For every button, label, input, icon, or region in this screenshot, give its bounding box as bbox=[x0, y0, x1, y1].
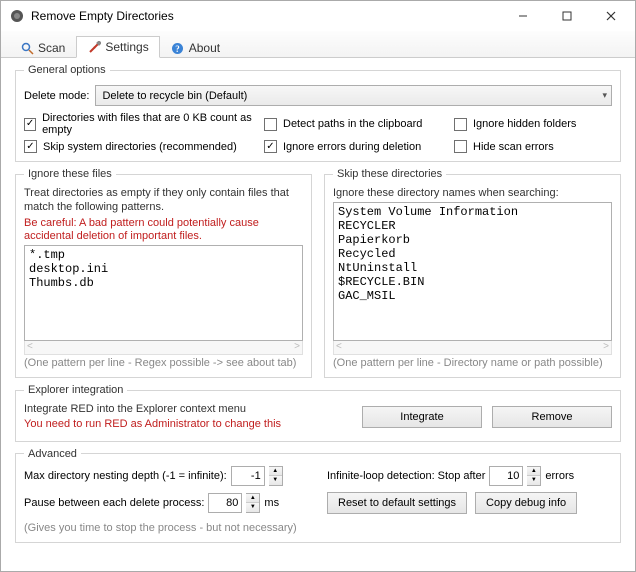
settings-icon bbox=[87, 40, 101, 54]
nesting-label: Max directory nesting depth (-1 = infini… bbox=[24, 470, 227, 482]
ignore-files-legend: Ignore these files bbox=[24, 168, 116, 180]
chk-zero-kb[interactable]: ✓ Directories with files that are 0 KB c… bbox=[24, 112, 264, 136]
advanced-legend: Advanced bbox=[24, 448, 81, 460]
tab-settings-label: Settings bbox=[105, 40, 148, 54]
chk-hide-errors[interactable]: Hide scan errors bbox=[454, 140, 604, 153]
titlebar: Remove Empty Directories bbox=[1, 1, 635, 31]
tab-about-label: About bbox=[189, 41, 220, 55]
tab-settings[interactable]: Settings bbox=[76, 36, 159, 58]
ignore-files-warning: Be careful: A bad pattern could potentia… bbox=[24, 217, 303, 245]
chevron-down-icon: ▾ bbox=[602, 90, 607, 101]
search-icon bbox=[20, 41, 34, 55]
skip-dirs-legend: Skip these directories bbox=[333, 168, 446, 180]
delete-mode-select[interactable]: Delete to recycle bin (Default) ▾ bbox=[95, 85, 612, 106]
explorer-legend: Explorer integration bbox=[24, 384, 127, 396]
chk-clipboard[interactable]: Detect paths in the clipboard bbox=[264, 112, 454, 136]
settings-panel: General options Delete mode: Delete to r… bbox=[1, 58, 635, 571]
nesting-spinner[interactable]: ▲▼ bbox=[269, 466, 283, 486]
pause-spinner[interactable]: ▲▼ bbox=[246, 493, 260, 513]
advanced-group: Advanced Max directory nesting depth (-1… bbox=[15, 448, 621, 543]
ignore-files-textarea[interactable]: *.tmp desktop.ini Thumbs.db bbox=[24, 245, 303, 341]
close-button[interactable] bbox=[589, 2, 633, 30]
general-legend: General options bbox=[24, 64, 110, 76]
skip-dirs-textarea[interactable]: System Volume Information RECYCLER Papie… bbox=[333, 202, 612, 341]
scrollbar-h[interactable]: <> bbox=[24, 341, 303, 355]
reset-defaults-button[interactable]: Reset to default settings bbox=[327, 492, 467, 514]
loop-input[interactable]: 10 bbox=[489, 466, 523, 486]
tab-scan-label: Scan bbox=[38, 41, 65, 55]
general-options-group: General options Delete mode: Delete to r… bbox=[15, 64, 621, 162]
pause-input[interactable]: 80 bbox=[208, 493, 242, 513]
loop-spinner[interactable]: ▲▼ bbox=[527, 466, 541, 486]
copy-debug-button[interactable]: Copy debug info bbox=[475, 492, 577, 514]
remove-button[interactable]: Remove bbox=[492, 406, 612, 428]
ignore-files-hint1: Treat directories as empty if they only … bbox=[24, 187, 303, 215]
svg-text:?: ? bbox=[175, 44, 180, 54]
integrate-button[interactable]: Integrate bbox=[362, 406, 482, 428]
pause-label: Pause between each delete process: bbox=[24, 497, 204, 509]
chk-hidden[interactable]: Ignore hidden folders bbox=[454, 112, 604, 136]
ignore-files-note: (One pattern per line - Regex possible -… bbox=[24, 357, 303, 369]
app-window: Remove Empty Directories Scan Settings ? bbox=[0, 0, 636, 572]
explorer-warning: You need to run RED as Administrator to … bbox=[24, 418, 352, 432]
scrollbar-h-2[interactable]: <> bbox=[333, 341, 612, 355]
skip-dirs-hint: Ignore these directory names when search… bbox=[333, 187, 612, 201]
maximize-button[interactable] bbox=[545, 2, 589, 30]
tab-scan[interactable]: Scan bbox=[9, 37, 76, 58]
loop-label: Infinite-loop detection: Stop after bbox=[327, 470, 485, 482]
help-icon: ? bbox=[171, 41, 185, 55]
tabstrip: Scan Settings ? About bbox=[1, 31, 635, 58]
pause-suffix: ms bbox=[264, 497, 279, 509]
explorer-group: Explorer integration Integrate RED into … bbox=[15, 384, 621, 442]
pause-note: (Gives you time to stop the process - bu… bbox=[24, 522, 309, 534]
tab-about[interactable]: ? About bbox=[160, 37, 231, 58]
delete-mode-value: Delete to recycle bin (Default) bbox=[102, 90, 247, 102]
chk-ignore-errors[interactable]: ✓ Ignore errors during deletion bbox=[264, 140, 454, 153]
explorer-line1: Integrate RED into the Explorer context … bbox=[24, 403, 352, 417]
minimize-button[interactable] bbox=[501, 2, 545, 30]
delete-mode-label: Delete mode: bbox=[24, 90, 89, 102]
nesting-input[interactable]: -1 bbox=[231, 466, 265, 486]
app-icon bbox=[9, 8, 25, 24]
skip-dirs-note: (One pattern per line - Directory name o… bbox=[333, 357, 612, 369]
window-title: Remove Empty Directories bbox=[31, 9, 501, 23]
chk-skip-system[interactable]: ✓ Skip system directories (recommended) bbox=[24, 140, 264, 153]
loop-suffix: errors bbox=[545, 470, 574, 482]
skip-dirs-group: Skip these directories Ignore these dire… bbox=[324, 168, 621, 378]
ignore-files-group: Ignore these files Treat directories as … bbox=[15, 168, 312, 378]
